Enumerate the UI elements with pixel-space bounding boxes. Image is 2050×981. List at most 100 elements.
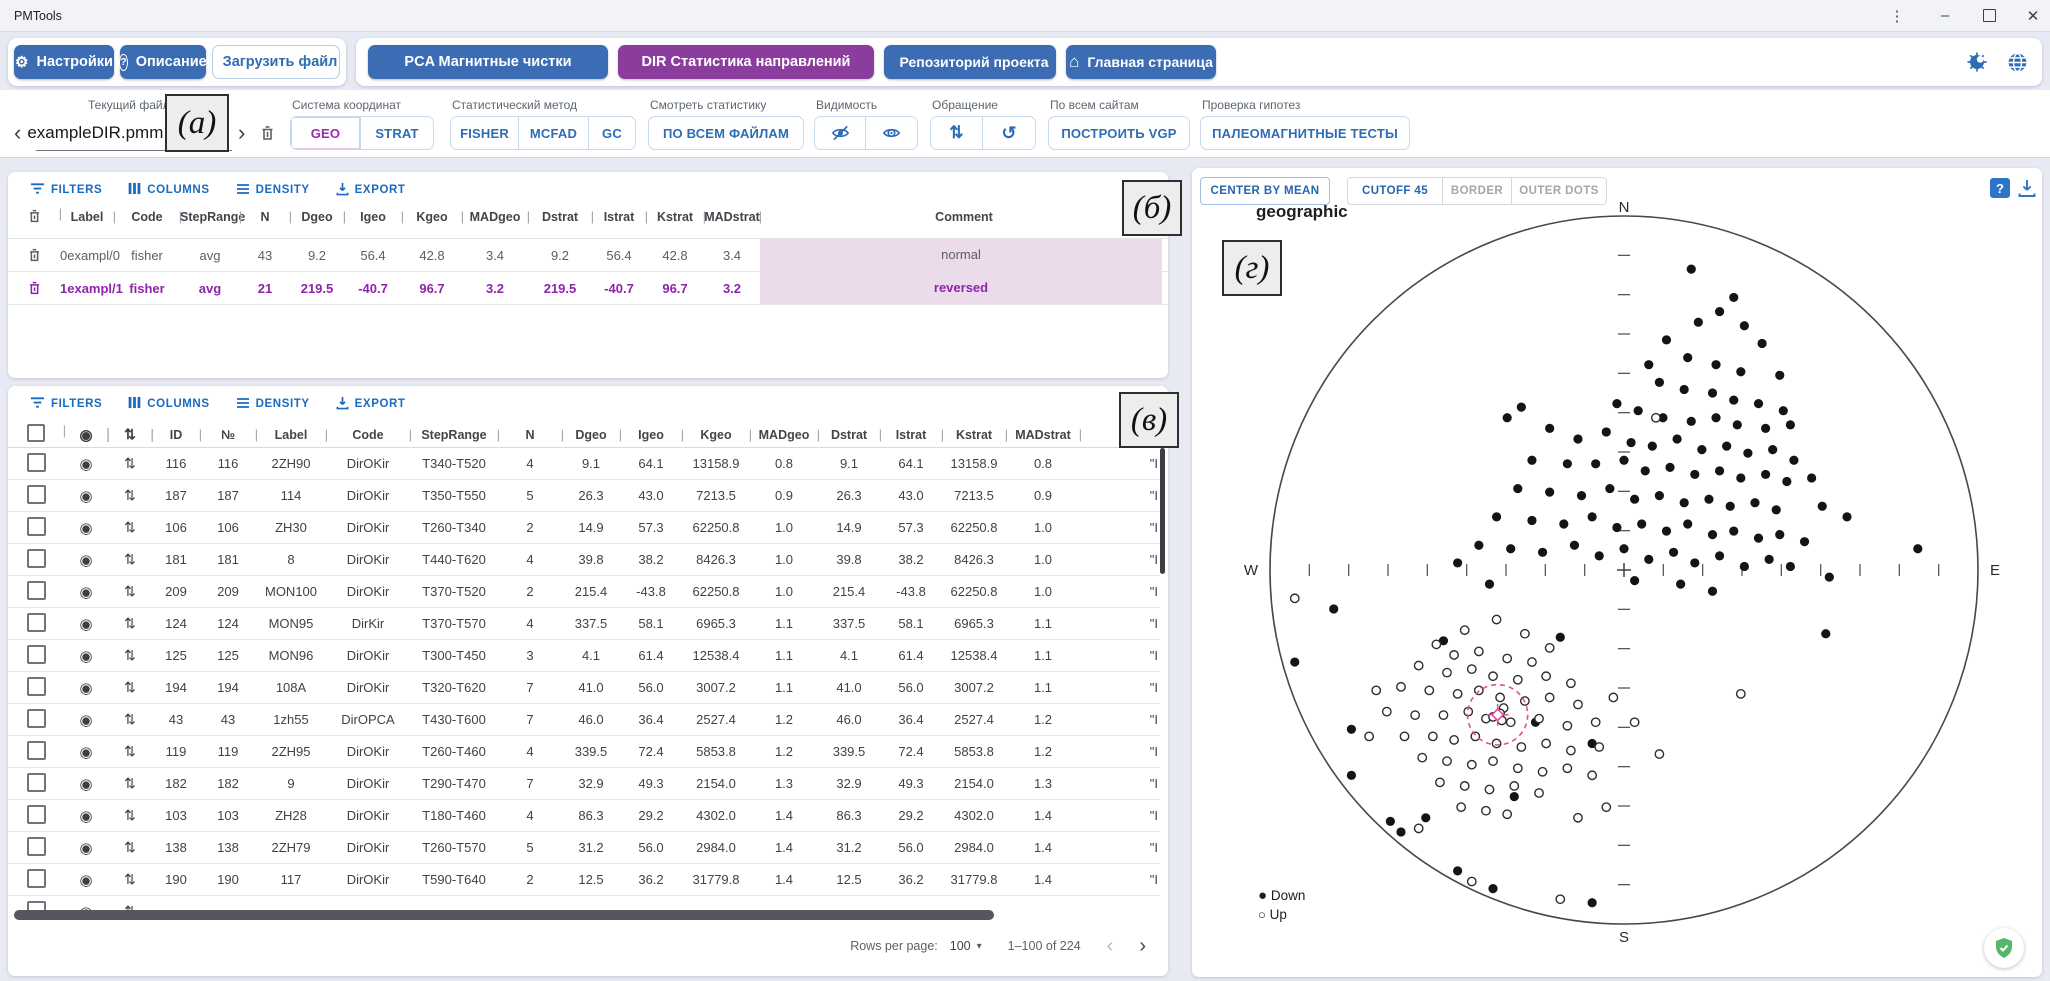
data-toolbar-export-button[interactable]: EXPORT <box>336 396 406 413</box>
column-header[interactable]: Igeo <box>620 428 682 442</box>
show-all-button[interactable] <box>866 117 917 149</box>
page-prev-button[interactable]: ‹ <box>1107 936 1114 956</box>
dir-button[interactable]: DIR Статистика направлений <box>618 45 874 79</box>
row-flip-toggle[interactable]: ⇅ <box>108 743 152 760</box>
data-table-row[interactable]: ◉⇅1381382ZH79DirOKirT260-T570531.256.029… <box>8 832 1160 864</box>
method-gc-button[interactable]: GC <box>589 117 635 149</box>
row-checkbox[interactable] <box>8 549 64 571</box>
row-visibility-toggle[interactable]: ◉ <box>64 551 108 569</box>
row-checkbox[interactable] <box>8 805 64 827</box>
help-button[interactable]: ? <box>1990 178 2010 198</box>
data-table-row[interactable]: ◉⇅106106ZH30DirOKirT260-T340214.957.3622… <box>8 512 1160 544</box>
row-flip-toggle[interactable]: ⇅ <box>108 487 152 504</box>
data-table-row[interactable]: ◉⇅1161162ZH90DirOKirT340-T52049.164.1131… <box>8 448 1160 480</box>
delete-file-button[interactable] <box>258 123 277 148</box>
row-flip-toggle[interactable]: ⇅ <box>108 583 152 600</box>
data-table-row[interactable]: ◉⇅43431zh55DirOPCAT430-T600746.036.42527… <box>8 704 1160 736</box>
column-header[interactable]: MADstrat <box>1006 428 1080 442</box>
home-button[interactable]: ⌂ Главная страница <box>1066 45 1216 79</box>
row-checkbox[interactable] <box>8 645 64 667</box>
data-toolbar-density-button[interactable]: DENSITY <box>236 397 310 412</box>
row-visibility-toggle[interactable]: ◉ <box>64 775 108 793</box>
row-checkbox[interactable] <box>8 453 64 475</box>
row-flip-toggle[interactable]: ⇅ <box>108 871 152 888</box>
row-flip-toggle[interactable]: ⇅ <box>108 839 152 856</box>
row-checkbox[interactable] <box>8 677 64 699</box>
sort-column-header[interactable]: ⇅ <box>108 426 152 443</box>
column-header[interactable]: StepRange <box>410 428 498 442</box>
row-delete-button[interactable] <box>8 276 60 300</box>
data-table-row[interactable]: ◉⇅209209MON100DirOKirT370-T5202215.4-43.… <box>8 576 1160 608</box>
data-table-row[interactable]: ◉⇅1191192ZH95DirOKirT260-T4604339.572.45… <box>8 736 1160 768</box>
data-toolbar-filters-button[interactable]: FILTERS <box>30 396 102 412</box>
hide-all-button[interactable] <box>815 117 866 149</box>
data-table-row[interactable]: ◉⇅194194108ADirOKirT320-T620741.056.0300… <box>8 672 1160 704</box>
row-visibility-toggle[interactable]: ◉ <box>64 743 108 761</box>
stats-toolbar-filters-button[interactable]: FILTERS <box>30 182 102 198</box>
data-table-row-partial[interactable]: ◉⇅ <box>8 896 1160 910</box>
method-fisher-button[interactable]: FISHER <box>451 117 519 149</box>
data-table-row[interactable]: ◉⇅1811818DirOKirT440-T620439.838.28426.3… <box>8 544 1160 576</box>
row-checkbox[interactable] <box>8 837 64 859</box>
column-header[interactable]: MADgeo <box>750 428 818 442</box>
row-flip-toggle[interactable]: ⇅ <box>108 647 152 664</box>
row-visibility-toggle[interactable]: ◉ <box>64 583 108 601</box>
column-header[interactable]: Dstrat <box>818 428 880 442</box>
build-vgp-button[interactable]: ПОСТРОИТЬ VGP <box>1049 117 1189 149</box>
upload-file-button[interactable]: Загрузить файл <box>212 45 340 79</box>
vertical-scrollbar[interactable] <box>1160 448 1165 574</box>
repository-button[interactable]: Репозиторий проекта <box>884 45 1056 79</box>
row-checkbox[interactable] <box>8 741 64 763</box>
row-checkbox[interactable] <box>8 869 64 891</box>
column-header[interactable]: N <box>498 428 562 442</box>
row-visibility-toggle[interactable]: ◉ <box>64 615 108 633</box>
row-checkbox[interactable] <box>8 613 64 635</box>
row-flip-toggle[interactable]: ⇅ <box>108 775 152 792</box>
maximize-button[interactable] <box>1972 0 2006 31</box>
prev-file-icon[interactable]: ‹ <box>14 120 21 146</box>
row-checkbox[interactable] <box>8 485 64 507</box>
paleomag-tests-button[interactable]: ПАЛЕОМАГНИТНЫЕ ТЕСТЫ <box>1201 117 1409 149</box>
column-header[interactable]: Istrat <box>880 428 942 442</box>
data-table-row[interactable]: ◉⇅125125MON96DirOKirT300-T45034.161.4125… <box>8 640 1160 672</box>
row-visibility-toggle[interactable]: ◉ <box>64 679 108 697</box>
stats-toolbar-density-button[interactable]: DENSITY <box>236 183 310 198</box>
column-header[interactable]: Dgeo <box>562 428 620 442</box>
row-flip-toggle[interactable]: ⇅ <box>108 615 152 632</box>
stats-toolbar-export-button[interactable]: EXPORT <box>336 182 406 199</box>
data-toolbar-columns-button[interactable]: COLUMNS <box>128 396 209 412</box>
row-checkbox[interactable] <box>8 581 64 603</box>
column-header[interactable]: Kgeo <box>682 428 750 442</box>
stats-table-row[interactable]: 0exampl/0fisheravg439.256.442.83.49.256.… <box>8 238 1168 271</box>
horizontal-scrollbar[interactable] <box>14 910 994 920</box>
current-file-name[interactable]: exampleDIR.pmm <box>27 123 163 143</box>
column-header[interactable]: Code <box>326 428 410 442</box>
row-visibility-toggle[interactable]: ◉ <box>64 519 108 537</box>
row-flip-toggle[interactable]: ⇅ <box>108 903 152 910</box>
pca-button[interactable]: PCA Магнитные чистки <box>368 45 608 79</box>
row-visibility-toggle[interactable]: ◉ <box>64 487 108 505</box>
about-button[interactable]: ? Описание <box>120 45 206 79</box>
row-flip-toggle[interactable]: ⇅ <box>108 711 152 728</box>
row-flip-toggle[interactable]: ⇅ <box>108 807 152 824</box>
all-files-button[interactable]: ПО ВСЕМ ФАЙЛАМ <box>649 117 803 149</box>
data-table-row[interactable]: ◉⇅1821829DirOKirT290-T470732.949.32154.0… <box>8 768 1160 800</box>
select-all-header[interactable] <box>8 424 64 445</box>
row-flip-toggle[interactable]: ⇅ <box>108 679 152 696</box>
row-delete-button[interactable] <box>8 243 60 267</box>
row-visibility-toggle[interactable]: ◉ <box>64 647 108 665</box>
page-next-button[interactable]: › <box>1139 936 1146 956</box>
stats-toolbar-columns-button[interactable]: COLUMNS <box>128 182 209 198</box>
security-badge[interactable] <box>1984 928 2024 968</box>
row-flip-toggle[interactable]: ⇅ <box>108 455 152 472</box>
coords-strat-button[interactable]: STRAT <box>361 117 433 149</box>
close-button[interactable]: ✕ <box>2016 0 2050 31</box>
column-header[interactable]: Kstrat <box>942 428 1006 442</box>
row-visibility-toggle[interactable]: ◉ <box>64 455 108 473</box>
row-flip-toggle[interactable]: ⇅ <box>108 519 152 536</box>
column-header[interactable]: Label <box>256 428 326 442</box>
undo-reversal-button[interactable]: ↺ <box>983 117 1035 149</box>
flip-selected-button[interactable]: ⇅ <box>931 117 983 149</box>
row-visibility-toggle[interactable]: ◉ <box>64 903 108 911</box>
coords-geo-button[interactable]: GEO <box>291 117 361 149</box>
